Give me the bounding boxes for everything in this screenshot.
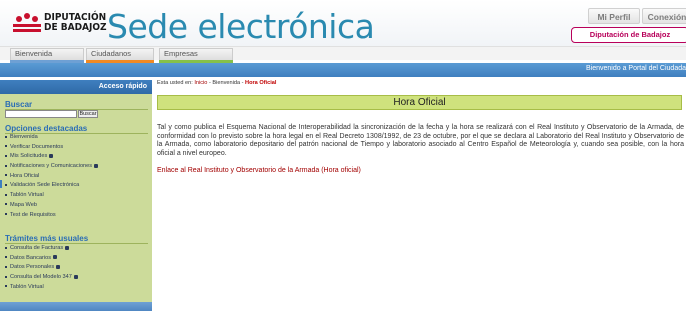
lock-icon [73, 274, 78, 279]
tab-ciudadanos-label: Ciudadanos [91, 49, 132, 58]
featured-item-test-requisitos[interactable]: Test de Requisitos [5, 211, 98, 221]
featured-item-verificar-documentos[interactable]: Verificar Documentos [5, 143, 98, 153]
featured-item-label: Mis Solicitudes [10, 153, 48, 160]
breadcrumb-current: Hora Oficial [245, 80, 277, 86]
bullet-icon [5, 203, 7, 206]
mi-perfil-button[interactable]: Mi Perfil [588, 8, 640, 24]
diputacion-logo-text[interactable]: DIPUTACIÓN DE BADAJOZ [44, 13, 107, 33]
breadcrumb-prefix: Esta usted en: [157, 80, 193, 86]
bullet-icon [5, 174, 7, 177]
featured-item-label: Hora Oficial [10, 172, 40, 179]
breadcrumb-section[interactable]: Bienvenida [212, 80, 240, 86]
featured-item-validacion-sede[interactable]: Validación Sede Electrónica [5, 181, 98, 191]
observatorio-link[interactable]: Enlace al Real Instituto y Observatorio … [157, 167, 361, 174]
frequent-item-label: Consulta del Modelo 347 [10, 274, 72, 281]
featured-item-label: Mapa Web [10, 201, 37, 208]
tab-bienvenida[interactable]: Bienvenida [10, 48, 84, 64]
quick-access-title: Acceso rápido [98, 83, 147, 90]
featured-item-label: Notificaciones y Comunicaciones [10, 163, 93, 170]
featured-item-mis-solicitudes[interactable]: Mis Solicitudes [5, 152, 98, 162]
frequent-item-datos-personales[interactable]: Datos Personales [5, 263, 78, 273]
page-title: Hora Oficial [393, 97, 446, 108]
bullet-icon [5, 265, 7, 268]
frequent-item-consulta-facturas[interactable]: Consulta de Facturas [5, 244, 78, 254]
featured-list: Bienvenida Verificar Documentos Mis Soli… [5, 133, 99, 221]
bullet-icon [5, 193, 7, 196]
featured-item-label: Verificar Documentos [10, 143, 64, 150]
frequent-item-label: Datos Bancarios [10, 254, 52, 261]
bullet-icon [5, 135, 7, 138]
lock-icon [49, 153, 54, 158]
bullet-icon [5, 256, 7, 259]
featured-item-bienvenida[interactable]: Bienvenida [5, 133, 98, 143]
site-header: DIPUTACIÓN DE BADAJOZ Sede electrónica M… [0, 0, 686, 46]
lock-icon [56, 264, 61, 269]
featured-item-label: Validación Sede Electrónica [10, 182, 80, 189]
welcome-text: Bienvenido a Portal del Ciudada [585, 65, 686, 72]
frequent-item-tablon-virtual[interactable]: Tablón Virtual [5, 283, 78, 293]
frequent-item-label: Tablón Virtual [10, 283, 44, 290]
lock-icon [53, 255, 58, 260]
bullet-icon [5, 154, 7, 157]
featured-heading: Opciones destacadas [5, 124, 88, 133]
bullet-icon [5, 285, 7, 288]
tab-empresas[interactable]: Empresas [159, 48, 233, 64]
page-title-bar: Hora Oficial [157, 95, 682, 110]
bullet-icon [5, 213, 7, 216]
sidebar: Acceso rápido Buscar Buscar Opciones des… [0, 80, 152, 311]
quick-access-header: Acceso rápido [0, 80, 152, 94]
tab-bienvenida-label: Bienvenida [15, 49, 53, 58]
bullet-icon [5, 246, 7, 249]
featured-item-label: Test de Requisitos [10, 211, 56, 218]
org-line-2: DE BADAJOZ [44, 22, 107, 33]
search-heading: Buscar [5, 100, 33, 109]
featured-item-notificaciones[interactable]: Notificaciones y Comunicaciones [5, 162, 99, 172]
featured-item-label: Tablón Virtual [10, 192, 44, 199]
diputacion-selector[interactable]: Diputación de Badajoz [571, 27, 686, 43]
featured-item-tablon-virtual[interactable]: Tablón Virtual [5, 191, 98, 201]
bullet-icon [5, 164, 7, 167]
featured-item-hora-oficial[interactable]: Hora Oficial [5, 172, 98, 182]
breadcrumb-home[interactable]: Inicio [194, 80, 207, 86]
lock-icon [94, 163, 99, 168]
frequent-item-modelo-347[interactable]: Consulta del Modelo 347 [5, 273, 78, 283]
featured-item-mapa-web[interactable]: Mapa Web [5, 201, 98, 211]
bullet-icon [5, 145, 7, 148]
search-input[interactable] [5, 110, 77, 118]
page-edge-marker [0, 180, 2, 188]
hora-oficial-description: Tal y como publica el Esquema Nacional d… [157, 124, 684, 158]
site-title[interactable]: Sede electrónica [107, 9, 375, 45]
welcome-bar: Bienvenido a Portal del Ciudada [0, 63, 686, 77]
tab-ciudadanos[interactable]: Ciudadanos [86, 48, 154, 64]
diputacion-logo-icon [13, 13, 41, 32]
frequent-heading: Trámites más usuales [5, 234, 89, 243]
tab-empresas-label: Empresas [164, 49, 198, 58]
sidebar-footer [0, 302, 152, 311]
conexion-button[interactable]: Conexión [642, 8, 686, 24]
bullet-icon [5, 275, 7, 278]
frequent-list: Consulta de Facturas Datos Bancarios Dat… [5, 244, 78, 292]
frequent-item-label: Consulta de Facturas [10, 245, 64, 251]
frequent-item-datos-bancarios[interactable]: Datos Bancarios [5, 254, 78, 264]
search-button[interactable]: Buscar [78, 110, 98, 118]
frequent-item-label: Datos Personales [10, 264, 55, 271]
featured-item-label: Bienvenida [10, 134, 38, 140]
main-tabs: Bienvenida Ciudadanos Empresas [0, 46, 686, 64]
breadcrumb: Esta usted en: Inicio - Bienvenida - Hor… [157, 80, 276, 86]
bullet-icon [5, 183, 7, 186]
lock-icon [65, 245, 70, 250]
